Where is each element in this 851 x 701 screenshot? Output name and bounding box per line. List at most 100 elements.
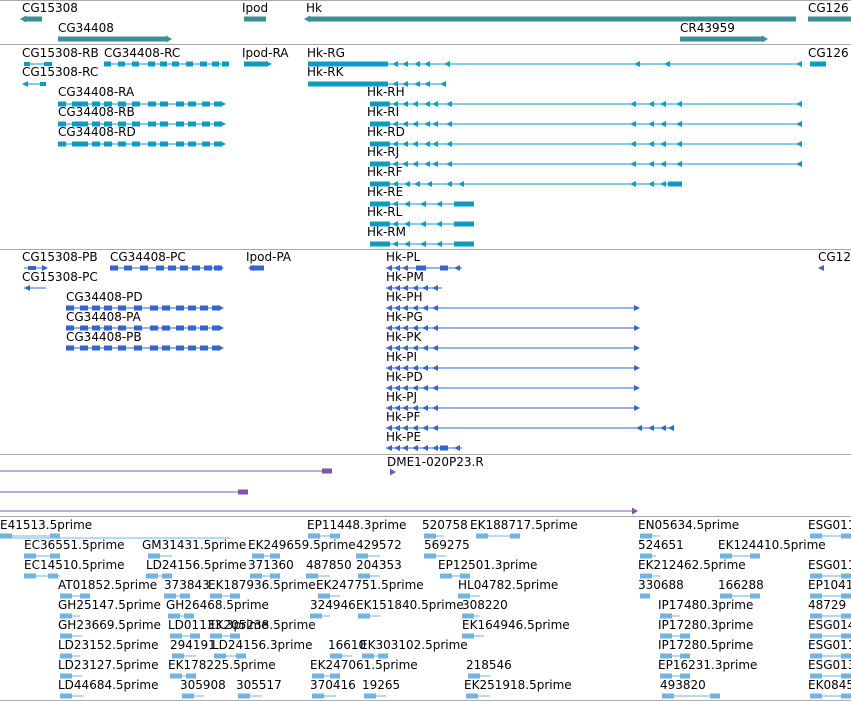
feature-label-ep1041[interactable]: EP1041 <box>808 578 851 592</box>
feature-label-hk-rm[interactable]: Hk-RM <box>367 225 406 239</box>
track-transcripts[interactable]: CG15308-RB CG34408-RC Ipod-RA Hk-RG CG126 CG1… <box>22 46 849 247</box>
feature-label-370416[interactable]: 370416 <box>310 678 356 692</box>
feature-label-hk-rf[interactable]: Hk-RF <box>367 165 403 179</box>
feature-label-hk-rl[interactable]: Hk-RL <box>367 205 403 219</box>
track-ests[interactable]: E41513.5prime EP11448.3prime 520758 EK18871… <box>0 518 851 699</box>
feature-label-ek247751-5prime[interactable]: EK247751.5prime <box>316 578 424 592</box>
feature-label-hk-pi[interactable]: Hk-PI <box>386 350 417 364</box>
feature-label-324946[interactable]: 324946 <box>310 598 356 612</box>
feature-label-en05634-5prime[interactable]: EN05634.5prime <box>638 518 739 532</box>
feature-label-ec14510-5prime[interactable]: EC14510.5prime <box>24 558 125 572</box>
feature-label-ip17280-5prime[interactable]: IP17280.5prime <box>658 638 753 652</box>
feature-label-cg34408-ra[interactable]: CG34408-RA <box>58 85 135 99</box>
feature-label-308220[interactable]: 308220 <box>462 598 508 612</box>
genome-browser-view[interactable]: CG15308 Ipod Hk CG126 CG34408 CR43959 CG15308… <box>0 0 851 701</box>
feature-label-hk-rg[interactable]: Hk-RG <box>307 46 345 60</box>
feature-label-hk-pd[interactable]: Hk-PD <box>386 370 423 384</box>
feature-label-ek249659-5prime[interactable]: EK249659.5prime <box>248 538 356 552</box>
feature-label-487850[interactable]: 487850 <box>306 558 352 572</box>
feature-label-493820[interactable]: 493820 <box>660 678 706 692</box>
feature-label-ep16231-3prime[interactable]: EP16231.3prime <box>658 658 757 672</box>
feature-label-cg34408-pb[interactable]: CG34408-PB <box>66 330 142 344</box>
feature-label-hk-pf[interactable]: Hk-PF <box>386 410 421 424</box>
feature-label-gh25147-5prime[interactable]: GH25147.5prime <box>58 598 161 612</box>
feature-label-cg34408-pd[interactable]: CG34408-PD <box>66 290 143 304</box>
feature-label-cg15308-rc[interactable]: CG15308-RC <box>22 65 98 79</box>
feature-label-ld23127-5prime[interactable]: LD23127.5prime <box>58 658 159 672</box>
feature-label-ek205238-5prime[interactable]: EK205238.5prime <box>208 618 316 632</box>
feature-label-ip17480-3prime[interactable]: IP17480.3prime <box>658 598 753 612</box>
feature-label-ec36551-5prime[interactable]: EC36551.5prime <box>24 538 125 552</box>
feature-label-371360[interactable]: 371360 <box>248 558 294 572</box>
track-canvas[interactable]: CG15308 Ipod Hk CG126 CG34408 CR43959 CG15308… <box>0 0 851 701</box>
feature-label-294191[interactable]: 294191 <box>170 638 216 652</box>
feature-label-520758[interactable]: 520758 <box>422 518 468 532</box>
feature-label-ek187936-5prime[interactable]: EK187936.5prime <box>208 578 316 592</box>
feature-label-569275[interactable]: 569275 <box>424 538 470 552</box>
feature-label-330688[interactable]: 330688 <box>638 578 684 592</box>
feature-label-ip17280-3prime[interactable]: IP17280.3prime <box>658 618 753 632</box>
feature-label-hk-rd[interactable]: Hk-RD <box>367 125 405 139</box>
feature-label-hk-rh[interactable]: Hk-RH <box>367 85 405 99</box>
feature-label-esg014[interactable]: ESG014 <box>808 618 851 632</box>
feature-label-ek0845[interactable]: EK0845 <box>808 678 851 692</box>
feature-label-gh23669-5prime[interactable]: GH23669.5prime <box>58 618 161 632</box>
feature-label-hk-pg[interactable]: Hk-PG <box>386 310 423 324</box>
feature-label-hk-pk[interactable]: Hk-PK <box>386 330 423 344</box>
feature-label-hk-pe[interactable]: Hk-PE <box>386 430 421 444</box>
feature-label-19265[interactable]: 19265 <box>362 678 400 692</box>
feature-label-hk-pj[interactable]: Hk-PJ <box>386 390 417 404</box>
feature-label-cg15308[interactable]: CG15308 <box>22 1 78 15</box>
feature-label-cg34408[interactable]: CG34408 <box>58 21 114 35</box>
feature-label-ld24156-3prime[interactable]: LD24156.3prime <box>212 638 313 652</box>
feature-label-305517[interactable]: 305517 <box>236 678 282 692</box>
feature-label-ipod[interactable]: Ipod <box>242 1 268 15</box>
feature-label-373843[interactable]: 373843 <box>164 578 210 592</box>
feature-label-hl04782-5prime[interactable]: HL04782.5prime <box>458 578 558 592</box>
feature-label-166288[interactable]: 166288 <box>718 578 764 592</box>
feature-label-ek303102-5prime[interactable]: EK303102.5prime <box>360 638 468 652</box>
feature-label-ld24156-5prime[interactable]: LD24156.5prime <box>146 558 247 572</box>
feature-label-ep11448-3prime[interactable]: EP11448.3prime <box>307 518 406 532</box>
feature-label-ek212462-5prime[interactable]: EK212462.5prime <box>638 558 746 572</box>
feature-label-cg126[interactable]: CG126 <box>808 1 849 15</box>
feature-label-ipod-ra[interactable]: Ipod-RA <box>242 46 289 60</box>
feature-label-cg12[interactable]: CG12 <box>818 250 851 264</box>
feature-label-esg013[interactable]: ESG013 <box>808 658 851 672</box>
feature-label-305908[interactable]: 305908 <box>180 678 226 692</box>
feature-label-hk-rk[interactable]: Hk-RK <box>307 65 345 79</box>
feature-label-hk-pm[interactable]: Hk-PM <box>386 270 424 284</box>
feature-label-hk-ph[interactable]: Hk-PH <box>386 290 423 304</box>
feature-label-48729[interactable]: 48729 <box>808 598 846 612</box>
feature-label-esg011[interactable]: ESG011 <box>808 518 851 532</box>
feature-label-ek251918-5prime[interactable]: EK251918.5prime <box>464 678 572 692</box>
feature-label-524651[interactable]: 524651 <box>638 538 684 552</box>
track-probes[interactable]: DME1-020P23.R <box>0 455 638 515</box>
feature-label-cg15308-pc[interactable]: CG15308-PC <box>22 270 98 284</box>
feature-label-429572[interactable]: 429572 <box>356 538 402 552</box>
feature-label-ld44684-5prime[interactable]: LD44684.5prime <box>58 678 159 692</box>
feature-label-ek188717-5prime[interactable]: EK188717.5prime <box>470 518 578 532</box>
feature-label-ld23152-5prime[interactable]: LD23152.5prime <box>58 638 159 652</box>
feature-label-cg15308-rb[interactable]: CG15308-RB <box>22 46 99 60</box>
feature-label-ipod-pa[interactable]: Ipod-PA <box>246 250 292 264</box>
feature-label-hk[interactable]: Hk <box>306 1 322 15</box>
feature-label-dme1-020p23-r[interactable]: DME1-020P23.R <box>387 455 484 469</box>
feature-label-ep12501-3prime[interactable]: EP12501.3prime <box>438 558 537 572</box>
feature-label-ek164946-5prime[interactable]: EK164946.5prime <box>462 618 570 632</box>
track-proteins[interactable]: CG15308-PB CG34408-PC Ipod-PA Hk-PL CG12 CG15… <box>22 250 851 451</box>
feature-label-cg34408-pc[interactable]: CG34408-PC <box>110 250 186 264</box>
feature-label-cg34408-rc[interactable]: CG34408-RC <box>104 46 180 60</box>
feature-label-e41513-5prime[interactable]: E41513.5prime <box>0 518 92 532</box>
feature-label-ek151840-5prime[interactable]: EK151840.5prime <box>356 598 464 612</box>
feature-label-ek178225-5prime[interactable]: EK178225.5prime <box>168 658 276 672</box>
feature-label-hk-rj[interactable]: Hk-RJ <box>367 145 399 159</box>
feature-label-ek124410-5prime[interactable]: EK124410.5prime <box>718 538 826 552</box>
feature-label-cg15308-pb[interactable]: CG15308-PB <box>22 250 98 264</box>
feature-label-esg011[interactable]: ESG011 <box>808 558 851 572</box>
feature-label-hk-pl[interactable]: Hk-PL <box>386 250 421 264</box>
feature-label-204353[interactable]: 204353 <box>356 558 402 572</box>
feature-label-gm31431-5prime[interactable]: GM31431.5prime <box>142 538 246 552</box>
feature-label-cg34408-pa[interactable]: CG34408-PA <box>66 310 142 324</box>
feature-label-esg011[interactable]: ESG011 <box>808 638 851 652</box>
